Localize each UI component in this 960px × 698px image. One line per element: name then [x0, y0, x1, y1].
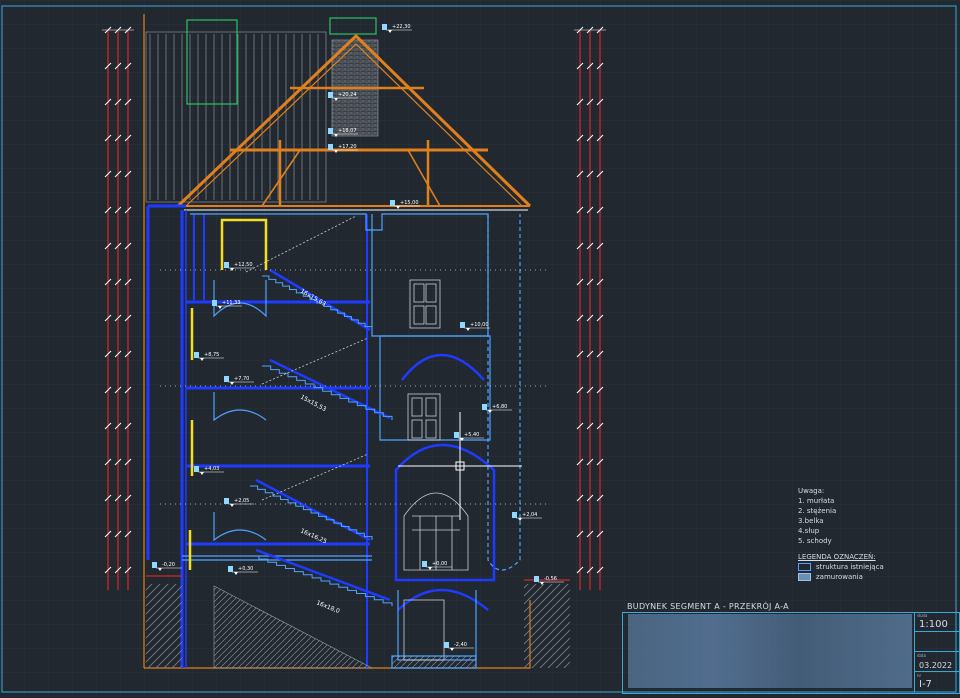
svg-text:+15,00: +15,00 — [400, 200, 419, 206]
svg-text:-0,56: -0,56 — [544, 576, 557, 582]
svg-text:+11,33: +11,33 — [222, 300, 241, 306]
svg-text:-2,40: -2,40 — [454, 642, 467, 648]
ground-left — [146, 584, 182, 668]
legend-item-existing: struktura istniejąca — [798, 562, 918, 572]
legend-panel: Uwaga: 1. murłata 2. stężenia 3.belka 4.… — [798, 486, 918, 582]
legend-label: zamurowania — [816, 573, 863, 581]
drawing-title: BUDYNEK SEGMENT A - PRZEKRÓJ A-A — [627, 602, 789, 611]
date-value: 03.2022 — [919, 661, 953, 670]
svg-text:+12,50: +12,50 — [234, 262, 253, 268]
svg-text:+8,75: +8,75 — [204, 352, 219, 358]
svg-text:+5,40: +5,40 — [464, 432, 479, 438]
note-item: 2. stężenia — [798, 507, 837, 515]
svg-text:+6,80: +6,80 — [492, 404, 507, 410]
svg-text:+17,20: +17,20 — [338, 144, 357, 150]
svg-text:+2,04: +2,04 — [522, 512, 537, 518]
legend-swatch-outline — [798, 563, 811, 571]
title-block-redacted — [628, 614, 912, 688]
notes-heading: Uwaga: — [798, 487, 825, 495]
svg-text:+0,30: +0,30 — [238, 566, 253, 572]
sheet-number: I-7 — [919, 679, 932, 690]
svg-text:+10,00: +10,00 — [470, 322, 489, 328]
ground-right — [524, 584, 570, 668]
svg-text:+4,03: +4,03 — [204, 466, 219, 472]
note-item: 5. schody — [798, 537, 832, 545]
svg-text:+7,70: +7,70 — [234, 376, 249, 382]
cad-drawing-canvas[interactable]: +22,30 +20,24 +18,07 +17,20 +15,00 +12,50 +11,… — [0, 0, 960, 694]
note-item: 3.belka — [798, 517, 824, 525]
title-block-fields: skala 1:100 data 03.2022 nr I-7 — [914, 612, 959, 692]
svg-text:+18,07: +18,07 — [338, 128, 357, 134]
legend-item-walled: zamurowania — [798, 572, 918, 582]
section-drawing: +22,30 +20,24 +18,07 +17,20 +15,00 +12,50 +11,… — [0, 0, 960, 694]
legend-heading: LEGENDA OZNACZEŃ: — [798, 553, 876, 561]
legend-label: struktura istniejąca — [816, 563, 884, 571]
svg-text:+22,30: +22,30 — [392, 24, 411, 30]
scale-value: 1:100 — [919, 619, 948, 630]
svg-text:+20,24: +20,24 — [338, 92, 357, 98]
note-item: 1. murłata — [798, 497, 835, 505]
svg-text:+2,05: +2,05 — [234, 498, 249, 504]
svg-text:+0,00: +0,00 — [432, 561, 447, 567]
note-item: 4.słup — [798, 527, 820, 535]
svg-text:-0,20: -0,20 — [162, 562, 175, 568]
legend-swatch-fill — [798, 573, 811, 581]
